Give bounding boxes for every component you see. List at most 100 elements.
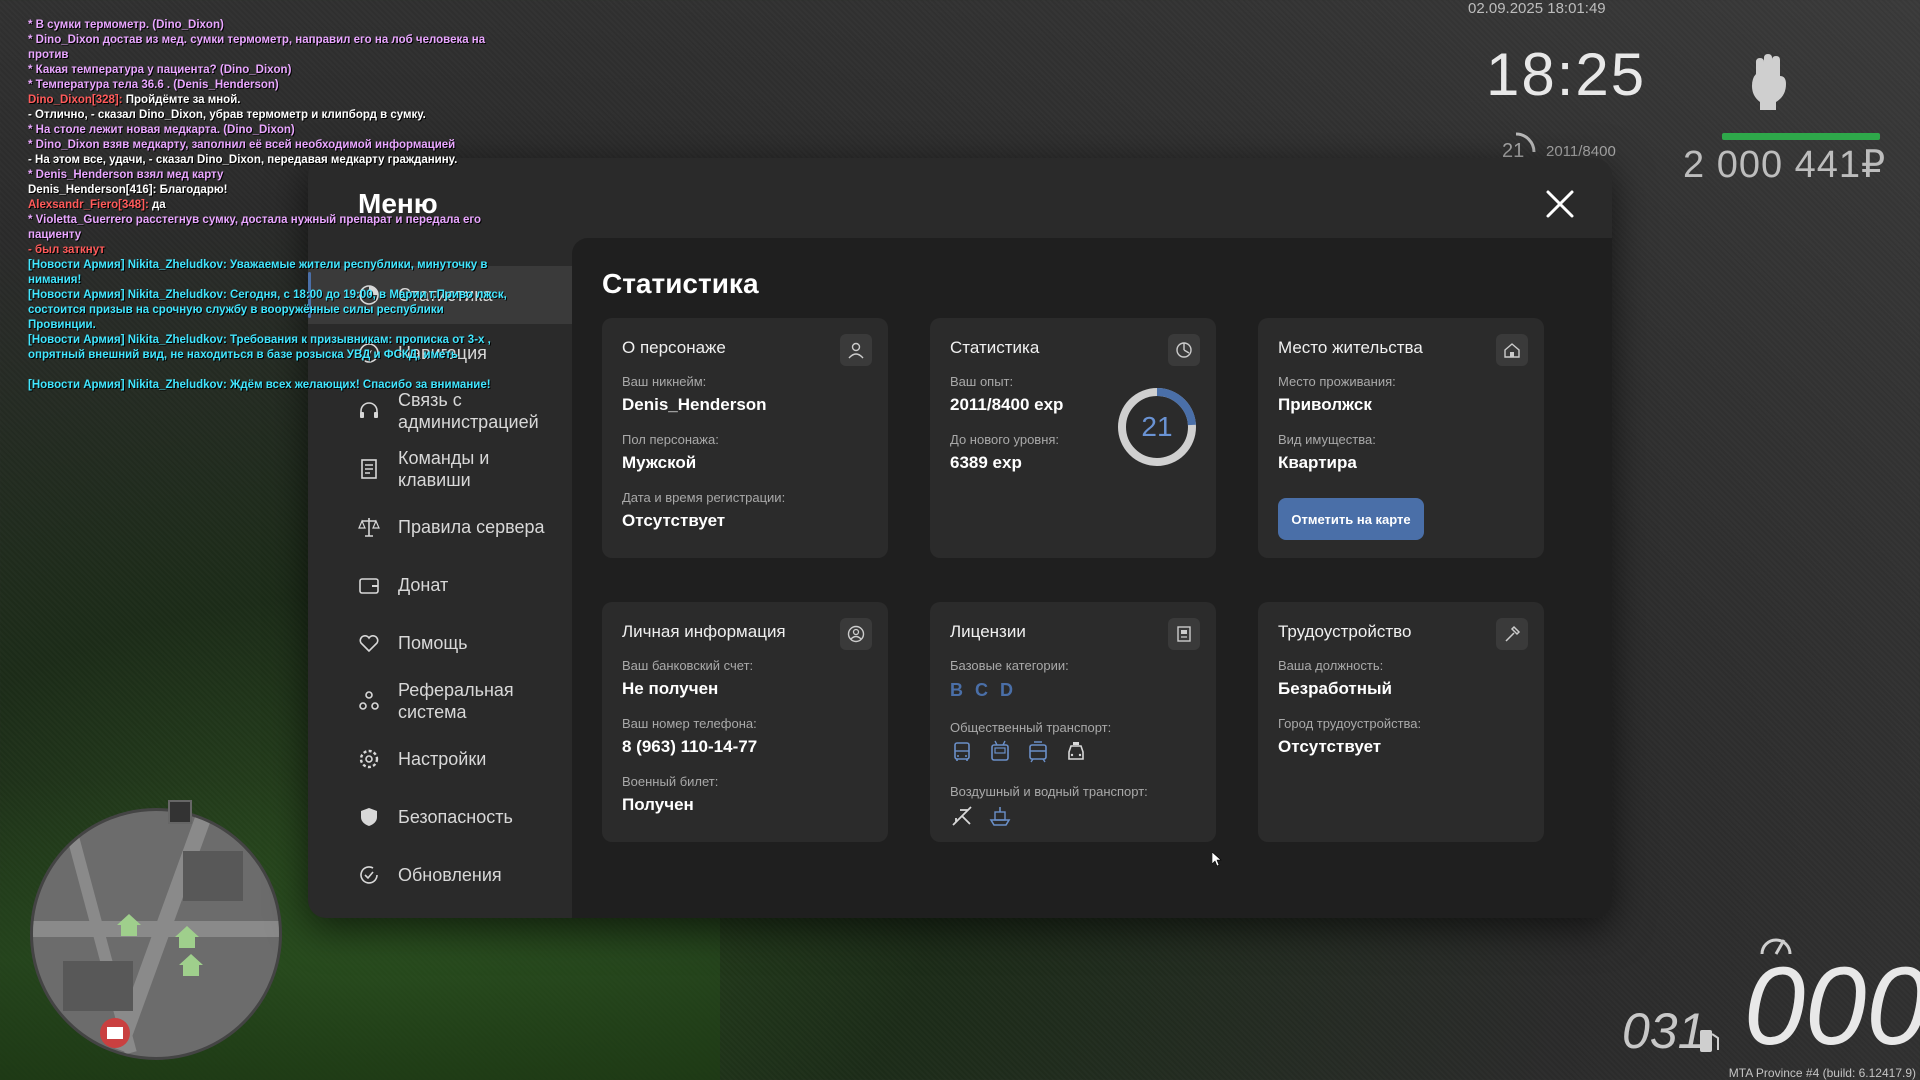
sidebar-item-referral[interactable]: Реферальная система [308,672,568,730]
chat-line: * В сумки термометр. (Dino_Dixon) [28,19,224,31]
minimap[interactable] [30,808,282,1060]
taxi-icon [1068,742,1084,760]
stats-content: Статистика О персонаже Ваш никнейм: Deni… [572,238,1612,918]
refresh-check-icon [360,866,378,884]
field-nickname: Ваш никнейм: Denis_Henderson [622,374,767,415]
hospital-marker-icon [100,1018,130,1048]
field-value: Получен [622,795,694,814]
public-transport-icons [950,740,1088,764]
card-title: Статистика [950,338,1040,357]
employment-card: Трудоустройство Ваша должность: Безработ… [1258,602,1544,842]
card-icon [1496,618,1528,650]
user-icon [848,342,864,359]
close-icon[interactable] [1544,188,1576,220]
sidebar-item-commands[interactable]: Команды и клавиши [308,440,568,498]
card-icon [1168,334,1200,366]
field-label: Ваш номер телефона: [622,716,757,731]
license-document-icon [1177,626,1191,642]
field-value: Отсутствует [622,511,726,530]
license-category: C [975,680,988,700]
fuel-icon [1700,1030,1719,1052]
content-title: Статистика [602,268,759,299]
user-circle-icon [847,625,865,643]
chat-line: Denis_Henderson[416]: Благодарю! [28,184,228,196]
air-water-transport-icons [950,804,1012,828]
sidebar-item-label: Реферальная система [398,680,514,722]
sidebar-item-donate[interactable]: Донат [308,556,568,614]
field-military-id: Военный билет: Получен [622,774,718,815]
field-label: Город трудоустройства: [1278,716,1422,731]
card-icon [1168,618,1200,650]
trolleybus-icon [991,740,1009,761]
field-phone: Ваш номер телефона: 8 (963) 110-14-77 [622,716,757,757]
sidebar-item-label: Настройки [398,749,487,769]
chat-line: [Новости Армия] Nikita_Zheludkov: Уважае… [28,259,491,286]
residence-card: Место жительства Место проживания: Приво… [1258,318,1544,558]
chat-line: Alexsandr_Fiero[348]: да [28,198,508,213]
home-icon [1504,343,1520,358]
field-label: Ваша должность: [1278,658,1384,673]
sidebar-item-label: Безопасность [398,807,513,827]
field-label: Ваш банковский счет: [622,658,754,673]
card-icon [840,334,872,366]
chat-line: * Violetta_Guerrero расстегнув сумку, до… [28,214,485,241]
card-title: Личная информация [622,622,786,641]
field-value: Безработный [1278,679,1392,698]
bus-icon [954,742,970,761]
license-category: D [1000,680,1013,700]
sidebar-item-label: Донат [398,575,449,595]
chat-line [28,363,508,378]
hud-fuel: 031 [1622,1003,1706,1059]
field-label: Место проживания: [1278,374,1396,389]
field-label: Ваш никнейм: [622,374,707,389]
chat-line: [Новости Армия] Nikita_Zheludkov: Сегодн… [28,289,507,331]
sidebar-item-rules[interactable]: Правила сервера [308,498,568,556]
field-public-transport: Общественный транспорт: [950,720,1111,735]
field-value: Denis_Henderson [622,395,767,414]
chat-line: - На этом все, удачи, - сказал Dino_Dixo… [28,154,458,166]
chat-line: [Новости Армия] Nikita_Zheludkov: Ждём в… [28,379,491,391]
shield-icon [361,808,377,826]
level-number: 21 [1141,411,1173,442]
field-value: Мужской [622,453,697,472]
field-label: До нового уровня: [950,432,1060,447]
document-icon [361,459,377,479]
field-value: Не получен [622,679,719,698]
card-title: Лицензии [950,622,1026,641]
chat-line: * Dino_Dixon взяв медкарту, заполнил её … [28,139,456,151]
sidebar-item-security[interactable]: Безопасность [308,788,568,846]
sidebar-item-label: Команды и клавиши [398,448,490,490]
field-label: Ваш опыт: [950,374,1014,389]
sidebar-item-label: Обновления [398,865,502,885]
field-label: Вид имущества: [1278,432,1376,447]
heart-hands-icon [359,634,379,653]
pie-chart-icon [1176,342,1192,358]
referral-icon [359,691,379,710]
sidebar-item-updates[interactable]: Обновления [308,846,568,904]
chat-line: * Denis_Henderson взял мед карту [28,169,224,181]
chat-line: * Температура тела 36.6 . (Denis_Henders… [28,79,279,91]
sidebar-item-settings[interactable]: Настройки [308,730,568,788]
sidebar-item-help[interactable]: Помощь [308,614,568,672]
house-icon [117,914,141,936]
field-value: Отсутствует [1278,737,1382,756]
field-value: Квартира [1278,453,1357,472]
field-base-categories: Базовые категории: [950,658,1069,673]
license-categories: B C D [950,680,1013,701]
field-job-city: Город трудоустройства: Отсутствует [1278,716,1421,757]
health-bar [1722,133,1880,140]
chat-line: * Какая температура у пациента? (Dino_Di… [28,64,292,76]
sidebar-item-label: Связь с администрацией [398,390,539,432]
minimap-player-square [168,800,192,824]
card-icon [1496,334,1528,366]
field-air-water-transport: Воздушный и водный транспорт: [950,784,1148,799]
chat-segment: Alexsandr_Fiero[348]: [28,199,152,211]
field-label: Пол персонажа: [622,432,719,447]
chat-line: - был заткнут [28,244,105,256]
card-icon [840,618,872,650]
mark-on-map-button[interactable]: Отметить на карте [1278,498,1424,540]
field-experience: Ваш опыт: 2011/8400 exp [950,374,1063,415]
field-gender: Пол персонажа: Мужской [622,432,719,473]
gear-icon [359,749,379,769]
plane-icon [952,806,972,826]
